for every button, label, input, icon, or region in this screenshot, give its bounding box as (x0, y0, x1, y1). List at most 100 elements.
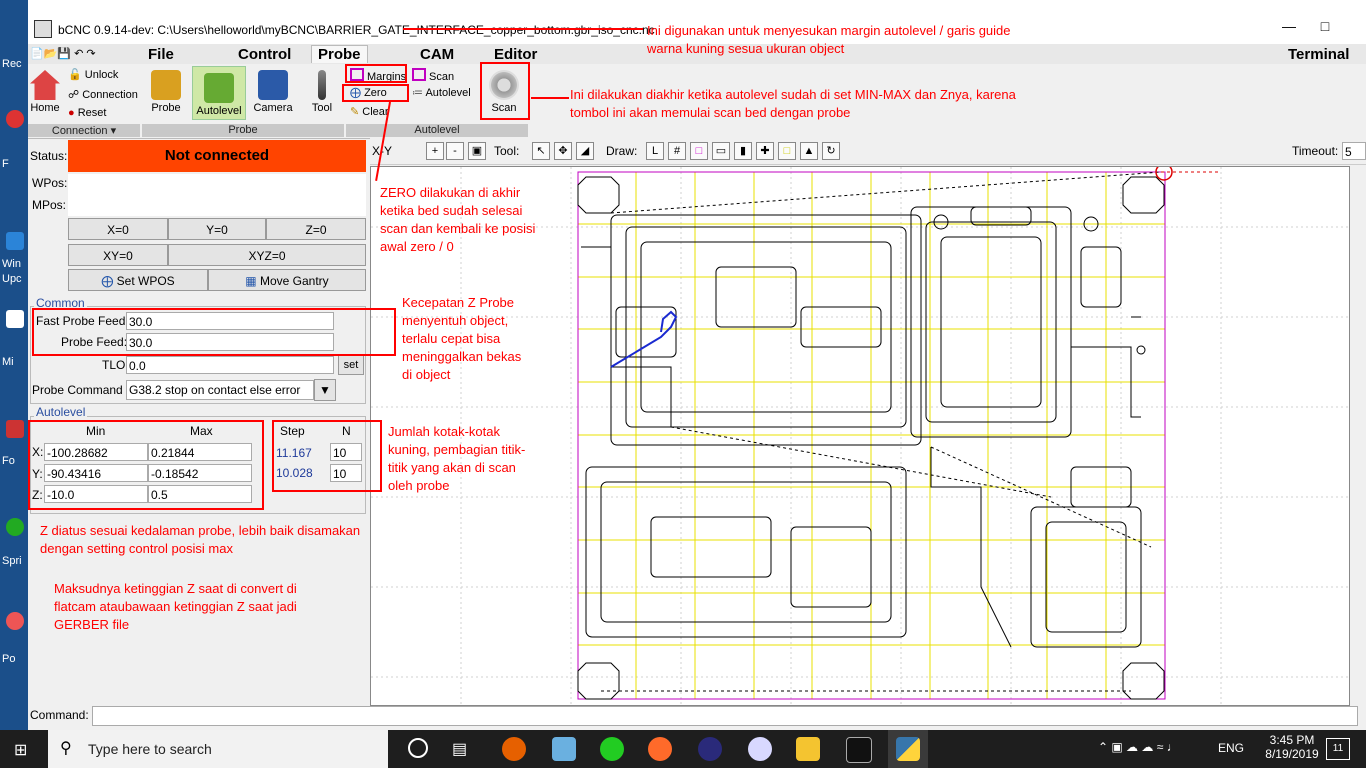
unlock-button[interactable]: 🔓 Unlock (68, 68, 118, 81)
desktop-app-icon[interactable] (6, 612, 24, 630)
cortana-icon[interactable] (408, 738, 428, 758)
tab-cam[interactable]: CAM (420, 46, 454, 63)
search-box[interactable]: ⚲ Type here to search (48, 730, 388, 768)
eclipse-icon[interactable] (698, 737, 722, 761)
tlo-label: TLO (102, 358, 126, 372)
scan-highlight (480, 62, 530, 120)
maximize-button[interactable]: □ (1310, 18, 1340, 34)
windows-start-icon[interactable]: ⊞ (14, 740, 27, 760)
home-button[interactable]: Home (30, 70, 60, 114)
probe-path (610, 310, 678, 368)
probe-label: Probe (151, 102, 181, 114)
tab-file[interactable]: File (148, 46, 174, 63)
camera-button[interactable]: Camera (252, 70, 294, 114)
language-indicator[interactable]: ENG (1218, 741, 1244, 755)
desktop-app-icon[interactable] (6, 310, 24, 328)
minimize-button[interactable]: — (1274, 18, 1304, 34)
probe-command-label: Probe Command (32, 383, 123, 397)
autolevel-group-label: Autolevel (346, 124, 528, 137)
annotation-feed-5: di object (402, 367, 451, 382)
reset-button[interactable]: ● Reset (68, 107, 106, 119)
z-zero-button[interactable]: Z=0 (266, 218, 366, 240)
app-icon[interactable] (600, 737, 624, 761)
annotation-z-5: GERBER file (54, 617, 130, 632)
refresh-icon[interactable]: ↻ (822, 142, 840, 160)
chevron-down-icon[interactable]: ▼ (314, 379, 336, 401)
probe-button[interactable]: Probe (148, 70, 184, 114)
tab-control[interactable]: Control (238, 46, 291, 63)
axes-icon[interactable]: L (646, 142, 664, 160)
tlo-input[interactable]: 0.0 (126, 356, 334, 374)
annotation-grid-2: kuning, pembagian titik- (388, 442, 526, 457)
annotation-z-4: flatcam ataubawaan ketinggian Z saat jad… (54, 599, 297, 614)
ruler-icon[interactable]: ◢ (576, 142, 594, 160)
scan-margins-button[interactable]: Scan (412, 68, 454, 83)
annotation-grid-4: oleh probe (388, 478, 450, 493)
timeout-input[interactable]: 5 (1342, 142, 1366, 160)
tool-label: Tool (311, 102, 333, 114)
tab-probe[interactable]: Probe (311, 45, 368, 63)
connection-button[interactable]: ☍ Connection (68, 88, 138, 101)
tab-terminal[interactable]: Terminal (1288, 46, 1349, 63)
annotation-grid-3: titik yang akan di scan (388, 460, 516, 475)
scan-small-label: Scan (429, 71, 455, 83)
terminal-icon[interactable] (846, 737, 872, 763)
quick-access-icons[interactable]: 📄📂💾 ↶ ↷ (30, 47, 96, 60)
probe-feed-highlight (32, 308, 396, 356)
workarea-icon[interactable]: ▭ (712, 142, 730, 160)
folder-icon[interactable] (796, 737, 820, 761)
command-input[interactable] (92, 706, 1358, 726)
reset-label: Reset (77, 107, 107, 119)
task-view-icon[interactable]: ▤ (452, 739, 467, 759)
origin-marker (1155, 163, 1173, 181)
zoom-out-icon[interactable]: - (446, 142, 464, 160)
desktop-app-icon[interactable] (6, 232, 24, 250)
zoom-fit-icon[interactable]: ▣ (468, 142, 486, 160)
firefox-icon[interactable] (502, 737, 526, 761)
clear-button[interactable]: ✎ Clear (350, 105, 389, 118)
desktop-app-icon[interactable] (6, 518, 24, 536)
workarea-draw-icon[interactable]: □ (778, 142, 796, 160)
connection-group-label[interactable]: Connection ▾ (28, 124, 140, 137)
tray-icons[interactable]: ⌃ ▣ ☁ ☁ ≈ ♩ (1098, 740, 1179, 754)
app-icon[interactable] (648, 737, 672, 761)
app-icon[interactable] (552, 737, 576, 761)
autolevel-tab-button[interactable]: Autolevel (192, 66, 246, 120)
camera-draw-icon[interactable]: ▲ (800, 142, 818, 160)
autolevel-button[interactable]: ≔ Autolevel (412, 86, 471, 99)
zoom-in-icon[interactable]: + (426, 142, 444, 160)
tool-button[interactable]: Tool (306, 70, 338, 114)
notification-icon[interactable]: 11 (1326, 738, 1350, 760)
gcode-canvas[interactable] (370, 163, 1350, 706)
xyz-zero-button[interactable]: XYZ=0 (168, 244, 366, 266)
margins-draw-icon[interactable]: □ (690, 142, 708, 160)
zero-highlight (342, 84, 409, 102)
probe-icon (151, 70, 181, 100)
desktop-app-icon[interactable] (6, 420, 24, 438)
search-icon: ⚲ (60, 740, 72, 757)
x-zero-button[interactable]: X=0 (68, 218, 168, 240)
rapid-icon[interactable]: ✚ (756, 142, 774, 160)
python-taskbar-item[interactable] (888, 730, 928, 768)
pan-icon[interactable]: ✥ (554, 142, 572, 160)
probe-command-select[interactable]: G38.2 stop on contact else error (126, 380, 314, 400)
y-zero-button[interactable]: Y=0 (168, 218, 266, 240)
probe-draw-icon[interactable]: ▮ (734, 142, 752, 160)
xy-zero-button[interactable]: XY=0 (68, 244, 168, 266)
python-icon (896, 737, 920, 761)
tlo-set-button[interactable]: set (338, 355, 364, 375)
app-icon[interactable] (748, 737, 772, 761)
search-placeholder: Type here to search (88, 741, 212, 757)
select-arrow-icon[interactable]: ↖ (532, 142, 550, 160)
command-label: Command: (30, 708, 89, 722)
tab-editor[interactable]: Editor (494, 46, 537, 63)
annotation-zero-2: ketika bed sudah selesai (380, 203, 523, 218)
move-gantry-button[interactable]: ▦ Move Gantry (208, 269, 366, 291)
desktop-app-icon[interactable] (6, 110, 24, 128)
clock[interactable]: 3:45 PM 8/19/2019 (1260, 733, 1324, 761)
command-bar: Command: (28, 704, 1366, 728)
desktop-label: Upc (2, 273, 22, 285)
camera-label: Camera (253, 102, 293, 114)
set-wpos-button[interactable]: ⨁ Set WPOS (68, 269, 208, 291)
grid-icon[interactable]: # (668, 142, 686, 160)
